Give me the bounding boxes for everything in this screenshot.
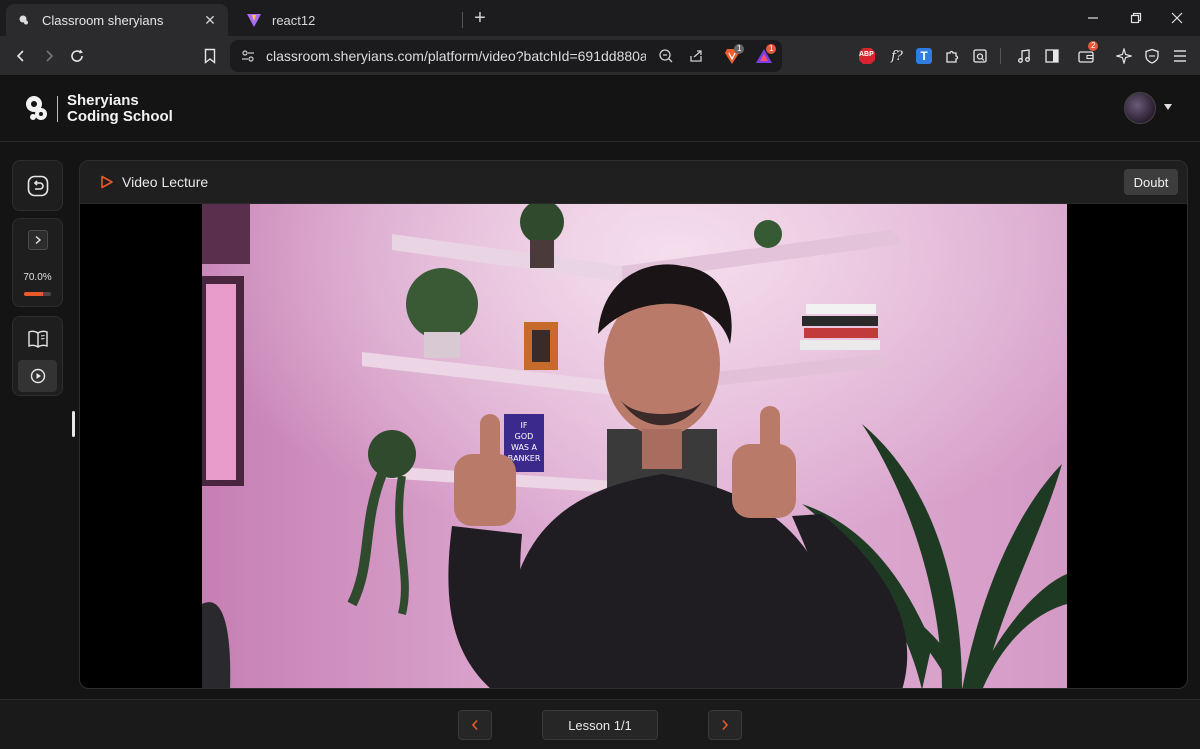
user-avatar[interactable] xyxy=(1124,92,1156,124)
chevron-right-icon xyxy=(722,719,729,731)
shield-count-badge: 1 xyxy=(734,44,745,54)
wallet-icon[interactable]: 2 xyxy=(1074,41,1099,68)
brave-shield-icon[interactable]: 1 xyxy=(722,44,745,66)
translate-extension-icon[interactable]: T xyxy=(912,44,936,68)
chevron-right-icon xyxy=(35,235,42,245)
brave-rewards-icon[interactable]: 1 xyxy=(754,44,777,66)
tab-separator xyxy=(462,12,463,28)
vite-favicon-icon xyxy=(246,12,262,28)
sheryians-logo[interactable]: Sheryians Coding School xyxy=(24,93,173,125)
progress-bar xyxy=(24,292,51,296)
tab-close-icon[interactable]: ✕ xyxy=(202,12,218,28)
next-lesson-button[interactable] xyxy=(708,710,742,740)
media-music-icon[interactable] xyxy=(1012,44,1036,68)
reload-icon[interactable] xyxy=(65,44,89,68)
progress-bar-fill xyxy=(24,292,43,296)
site-settings-icon[interactable] xyxy=(238,46,258,66)
expand-sidebar-button[interactable] xyxy=(28,230,48,250)
tab-title: Classroom sheryians xyxy=(42,12,164,28)
lesson-indicator[interactable]: Lesson 1/1 xyxy=(542,710,658,740)
wallet-count-badge: 2 xyxy=(1088,41,1099,51)
video-player[interactable]: IF GOD WAS A BANKER xyxy=(80,204,1187,688)
brand-line-2: Coding School xyxy=(67,108,173,125)
book-title-line-3: WAS A xyxy=(511,443,538,452)
progress-percent: 70.0% xyxy=(23,272,52,283)
share-icon[interactable] xyxy=(686,46,706,66)
menu-hamburger-icon[interactable] xyxy=(1168,44,1192,68)
brand-line-1: Sheryians xyxy=(67,92,139,109)
previous-lesson-button[interactable] xyxy=(458,710,492,740)
translate-label: T xyxy=(916,48,932,64)
lecture-video-image: IF GOD WAS A BANKER xyxy=(202,204,1067,688)
logo-divider xyxy=(57,96,58,122)
user-menu-caret-icon[interactable] xyxy=(1164,104,1172,110)
video-mode-button[interactable] xyxy=(18,360,57,392)
open-book-icon xyxy=(27,330,48,348)
url-text[interactable]: classroom.sheryians.com/platform/video?b… xyxy=(266,48,646,64)
extensions-puzzle-icon[interactable] xyxy=(940,44,964,68)
new-tab-plus-icon[interactable]: + xyxy=(470,6,490,30)
panel-resize-handle[interactable] xyxy=(72,411,75,437)
browser-toolbar: classroom.sheryians.com/platform/video?b… xyxy=(0,36,1200,76)
adblock-plus-icon[interactable]: ABP xyxy=(855,44,879,68)
sidebar-toggle-icon[interactable] xyxy=(1040,44,1064,68)
book-title-line-2: GOD xyxy=(515,432,534,441)
leo-ai-icon[interactable] xyxy=(1112,44,1136,68)
play-triangle-icon xyxy=(101,175,113,189)
lesson-navigation-bar: Lesson 1/1 xyxy=(0,699,1200,749)
book-title-line-1: IF xyxy=(521,421,528,430)
mode-switch-box xyxy=(12,316,63,396)
doubt-button[interactable]: Doubt xyxy=(1124,169,1178,195)
restore-icon[interactable] xyxy=(1113,0,1159,36)
play-circle-icon xyxy=(30,368,45,384)
undo-return-icon xyxy=(27,175,48,196)
bookmark-icon[interactable] xyxy=(198,44,222,68)
brand-text: Sheryians Coding School xyxy=(67,93,173,125)
panel-title-text: Video Lecture xyxy=(122,174,209,190)
video-frame[interactable]: IF GOD WAS A BANKER xyxy=(202,204,1067,688)
minimize-icon[interactable] xyxy=(1070,0,1116,36)
forward-arrow-icon[interactable] xyxy=(37,44,61,68)
toolbar-separator xyxy=(1000,48,1001,64)
adblock-label: ABP xyxy=(859,51,874,58)
browser-tab-strip: Classroom sheryians ✕ react12 + xyxy=(0,0,1200,36)
address-bar[interactable]: classroom.sheryians.com/platform/video?b… xyxy=(230,40,782,72)
back-button-box xyxy=(12,160,63,211)
reader-mode-icon[interactable] xyxy=(968,44,992,68)
tab-classroom[interactable]: Classroom sheryians ✕ xyxy=(6,4,228,36)
close-window-icon[interactable] xyxy=(1154,0,1200,36)
back-to-course-button[interactable] xyxy=(13,161,62,210)
back-arrow-icon[interactable] xyxy=(9,44,33,68)
sheryians-logo-icon xyxy=(26,96,47,120)
app-header: Sheryians Coding School xyxy=(0,77,1200,142)
chevron-left-icon xyxy=(471,719,478,731)
tab-react12[interactable]: react12 xyxy=(236,4,458,36)
sheryians-favicon-icon xyxy=(16,12,32,28)
zoom-icon[interactable] xyxy=(656,46,676,66)
notes-book-button[interactable] xyxy=(18,323,57,355)
rewards-count-badge: 1 xyxy=(766,44,777,54)
tab-title: react12 xyxy=(272,12,316,28)
panel-title: Video Lecture xyxy=(100,174,208,190)
vpn-shield-icon[interactable] xyxy=(1140,44,1164,68)
fx-extension-icon[interactable]: f? xyxy=(885,44,909,68)
video-panel: Video Lecture Doubt IF GOD WAS A BANKER xyxy=(79,160,1188,689)
video-panel-header: Video Lecture Doubt xyxy=(80,161,1187,204)
